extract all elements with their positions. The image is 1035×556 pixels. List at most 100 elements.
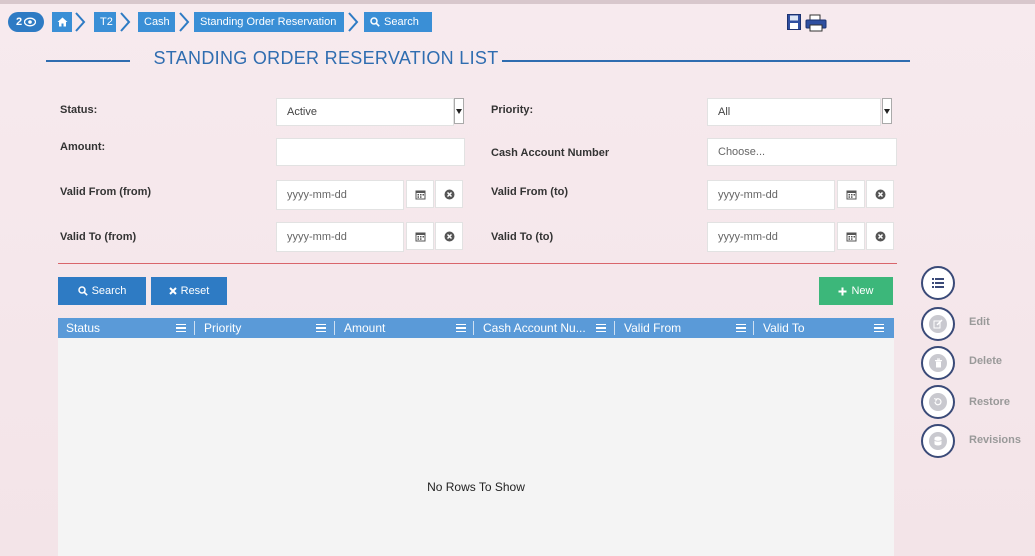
close-icon bbox=[168, 287, 177, 295]
valid-to-to-input[interactable]: yyyy-mm-dd bbox=[707, 222, 835, 252]
form-divider bbox=[58, 263, 897, 264]
breadcrumb-separator-icon bbox=[74, 12, 86, 32]
restore-icon bbox=[933, 397, 942, 406]
results-grid: Status Priority Amount Cash Account Nu..… bbox=[58, 318, 894, 556]
plus-icon bbox=[838, 287, 847, 295]
edit-action-button[interactable] bbox=[921, 307, 955, 341]
edit-action-label: Edit bbox=[969, 316, 990, 328]
grid-header: Status Priority Amount Cash Account Nu..… bbox=[58, 318, 894, 338]
valid-to-to-label: Valid To (to) bbox=[491, 231, 554, 243]
breadcrumb-item-label: Standing Order Reservation bbox=[200, 16, 337, 28]
clear-icon[interactable] bbox=[866, 222, 894, 250]
calendar-icon[interactable] bbox=[406, 180, 434, 208]
column-separator bbox=[334, 321, 335, 335]
search-icon bbox=[370, 17, 380, 27]
eye-icon bbox=[24, 17, 37, 27]
priority-label: Priority: bbox=[491, 104, 534, 116]
date-placeholder: yyyy-mm-dd bbox=[287, 189, 347, 201]
date-placeholder: yyyy-mm-dd bbox=[718, 189, 778, 201]
breadcrumb-item-label: Search bbox=[384, 16, 419, 28]
column-menu-icon[interactable] bbox=[176, 318, 186, 338]
new-button[interactable]: New bbox=[819, 277, 893, 305]
column-header-priority[interactable]: Priority bbox=[196, 318, 332, 338]
date-placeholder: yyyy-mm-dd bbox=[287, 231, 347, 243]
column-header-label: Valid To bbox=[763, 321, 805, 335]
breadcrumb-item-search[interactable]: Search bbox=[364, 12, 432, 32]
actions-menu-button[interactable] bbox=[921, 266, 955, 300]
amount-label: Amount: bbox=[60, 141, 106, 153]
page-title-bar: STANDING ORDER RESERVATION LIST bbox=[46, 48, 910, 72]
reset-button[interactable]: Reset bbox=[151, 277, 227, 305]
edit-icon bbox=[933, 319, 943, 329]
breadcrumb-item-cash[interactable]: Cash bbox=[138, 12, 175, 32]
column-header-label: Amount bbox=[344, 321, 386, 335]
breadcrumb-item-label: T2 bbox=[100, 16, 113, 28]
valid-from-to-label: Valid From (to) bbox=[491, 186, 568, 198]
valid-from-from-input[interactable]: yyyy-mm-dd bbox=[276, 180, 404, 210]
new-button-label: New bbox=[851, 285, 874, 297]
search-button[interactable]: Search bbox=[58, 277, 146, 305]
valid-to-from-label: Valid To (from) bbox=[60, 231, 137, 243]
save-icon[interactable] bbox=[787, 14, 801, 30]
status-select[interactable]: Active bbox=[276, 98, 454, 126]
column-menu-icon[interactable] bbox=[874, 318, 884, 338]
column-menu-icon[interactable] bbox=[596, 318, 606, 338]
column-header-label: Valid From bbox=[624, 321, 682, 335]
calendar-icon[interactable] bbox=[837, 222, 865, 250]
delete-action-button[interactable] bbox=[921, 346, 955, 380]
breadcrumb-separator-icon bbox=[178, 12, 190, 32]
restore-action-button[interactable] bbox=[921, 385, 955, 419]
clear-icon[interactable] bbox=[435, 180, 463, 208]
column-header-amount[interactable]: Amount bbox=[336, 318, 470, 338]
clear-icon[interactable] bbox=[866, 180, 894, 208]
column-separator bbox=[473, 321, 474, 335]
watch-count: 2 bbox=[15, 16, 23, 28]
status-label: Status: bbox=[60, 104, 98, 116]
search-icon bbox=[77, 286, 88, 296]
calendar-icon[interactable] bbox=[406, 222, 434, 250]
breadcrumb-separator-icon bbox=[119, 12, 131, 32]
column-header-cash-account-number[interactable]: Cash Account Nu... bbox=[475, 318, 613, 338]
watch-badge[interactable]: 2 bbox=[8, 12, 44, 32]
valid-from-to-input[interactable]: yyyy-mm-dd bbox=[707, 180, 835, 210]
breadcrumb-item-standing-order-reservation[interactable]: Standing Order Reservation bbox=[194, 12, 344, 32]
cash-account-number-input[interactable]: Choose... bbox=[707, 138, 897, 166]
clear-icon[interactable] bbox=[435, 222, 463, 250]
trash-icon bbox=[934, 358, 942, 368]
column-menu-icon[interactable] bbox=[456, 318, 466, 338]
column-header-status[interactable]: Status bbox=[58, 318, 194, 338]
valid-to-from-input[interactable]: yyyy-mm-dd bbox=[276, 222, 404, 252]
delete-action-label: Delete bbox=[969, 355, 1003, 367]
column-separator bbox=[753, 321, 754, 335]
top-bar: 2 T2 Cash Standing Order Reservation Sea bbox=[0, 0, 1035, 34]
database-icon bbox=[934, 436, 942, 446]
valid-from-from-label: Valid From (from) bbox=[60, 186, 152, 198]
column-menu-icon[interactable] bbox=[316, 318, 326, 338]
revisions-action-button[interactable] bbox=[921, 424, 955, 458]
date-placeholder: yyyy-mm-dd bbox=[718, 231, 778, 243]
list-icon bbox=[932, 278, 944, 288]
priority-select[interactable]: All bbox=[707, 98, 881, 126]
column-separator bbox=[194, 321, 195, 335]
calendar-icon[interactable] bbox=[837, 180, 865, 208]
amount-input[interactable] bbox=[276, 138, 465, 166]
breadcrumb-home[interactable] bbox=[52, 12, 72, 32]
title-rule-left bbox=[46, 60, 130, 62]
revisions-action-label: Revisions bbox=[969, 434, 1021, 446]
page-title: STANDING ORDER RESERVATION LIST bbox=[153, 48, 499, 68]
restore-action-label: Restore bbox=[969, 396, 1010, 408]
breadcrumb-item-t2[interactable]: T2 bbox=[94, 12, 116, 32]
breadcrumb-separator-icon bbox=[347, 12, 359, 32]
column-header-label: Priority bbox=[204, 321, 242, 335]
cash-account-number-label: Cash Account Number bbox=[491, 147, 610, 159]
column-menu-icon[interactable] bbox=[736, 318, 746, 338]
column-header-label: Cash Account Nu... bbox=[483, 321, 586, 335]
chevron-down-icon[interactable] bbox=[882, 98, 892, 124]
breadcrumb-item-label: Cash bbox=[144, 16, 170, 28]
print-icon[interactable] bbox=[805, 14, 827, 32]
title-rule-right bbox=[502, 60, 910, 62]
chevron-down-icon[interactable] bbox=[454, 98, 464, 124]
home-icon bbox=[57, 17, 67, 27]
cash-account-placeholder: Choose... bbox=[718, 146, 766, 158]
column-header-valid-from[interactable]: Valid From bbox=[616, 318, 752, 338]
